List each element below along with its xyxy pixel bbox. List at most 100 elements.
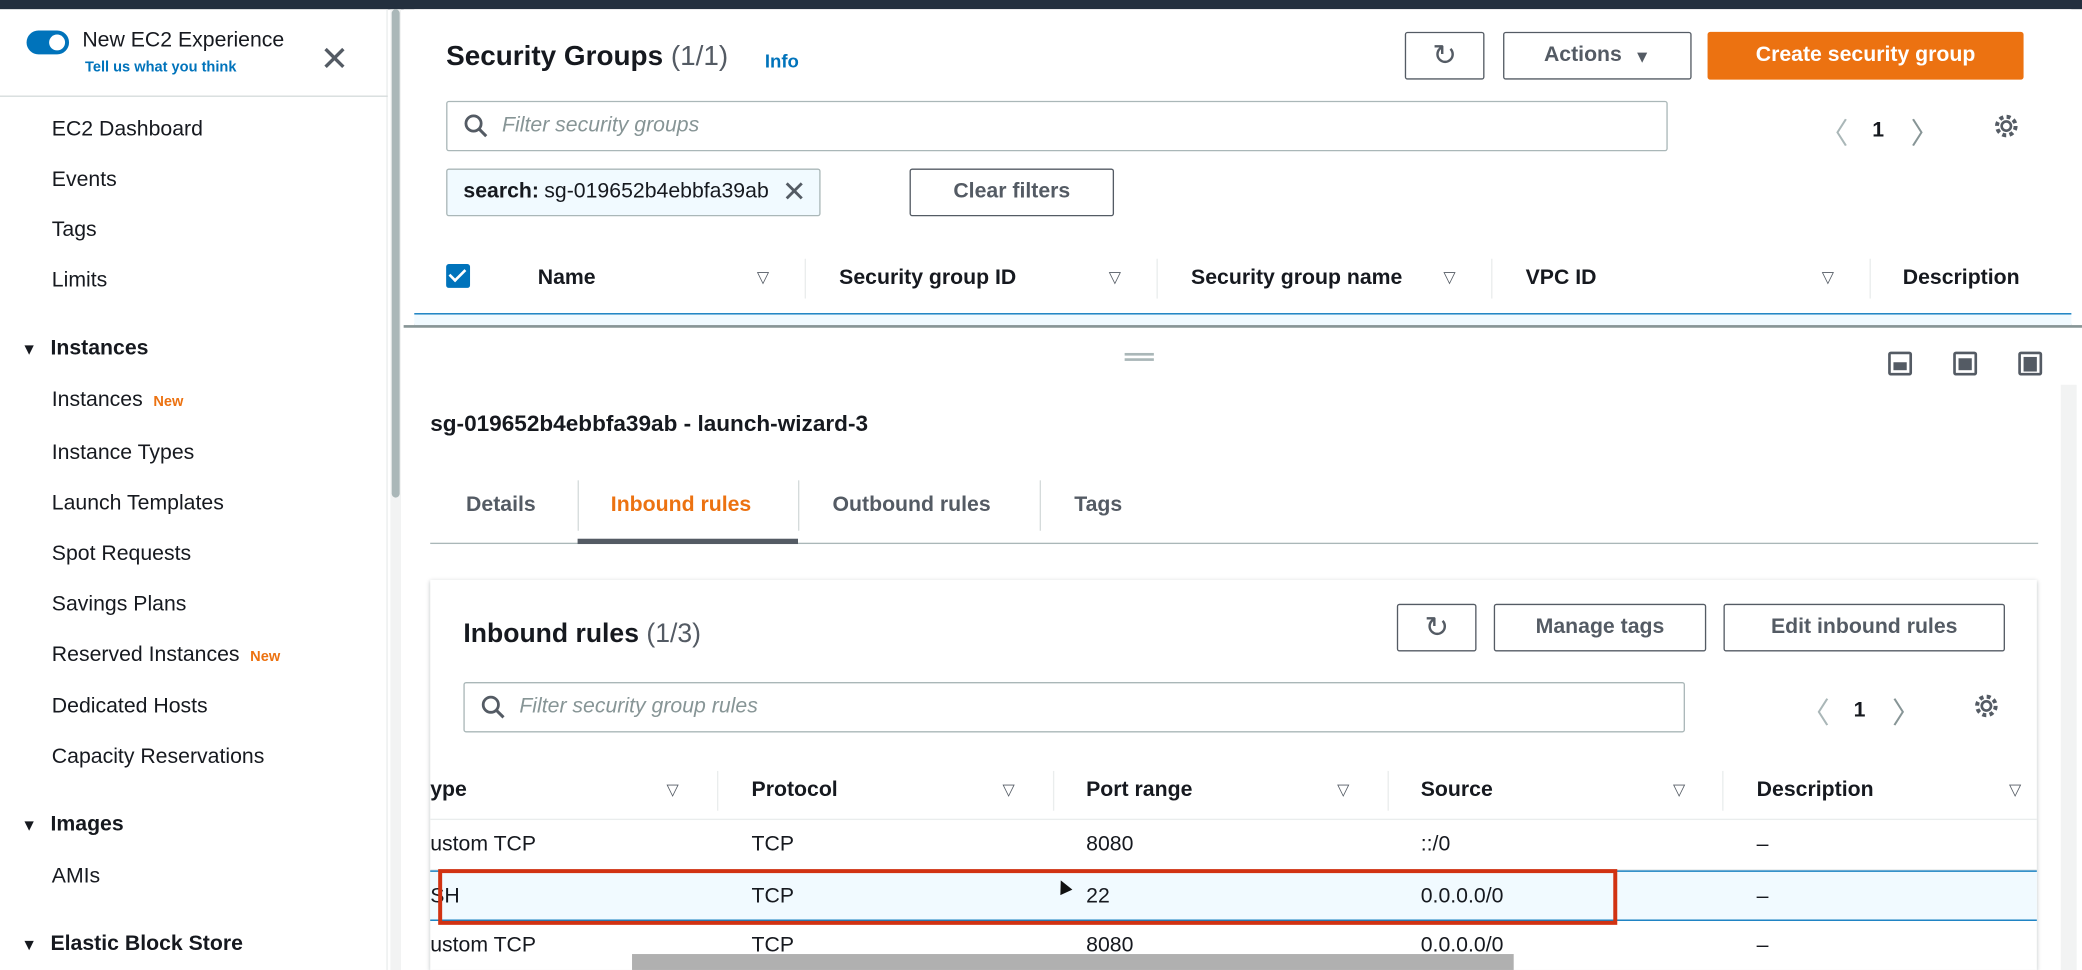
refresh-icon: ↻ [1424, 610, 1449, 644]
column-header-name[interactable]: Name [538, 267, 596, 291]
select-all-checkbox[interactable] [446, 264, 471, 288]
sidebar-item-ec2-dashboard[interactable]: EC2 Dashboard [52, 118, 203, 142]
cell-description: – [1756, 885, 1769, 908]
sort-icon[interactable]: ▽ [2009, 780, 2021, 799]
selected-row-edge[interactable] [414, 313, 2072, 326]
gear-icon[interactable] [1992, 111, 2021, 140]
column-header-protocol[interactable]: Protocol [752, 779, 838, 803]
refresh-button[interactable]: ↻ [1404, 31, 1485, 80]
sidebar-item-capacity-reservations[interactable]: Capacity Reservations [52, 746, 265, 770]
caret-down-icon: ▼ [21, 816, 38, 835]
column-header-type[interactable]: ype [430, 779, 467, 803]
feedback-link[interactable]: Tell us what you think [85, 60, 236, 76]
horizontal-scrollbar[interactable] [632, 954, 1514, 970]
tab-inbound-rules[interactable]: Inbound rules [611, 494, 751, 518]
clear-filters-button[interactable]: Clear filters [909, 168, 1115, 217]
page-number[interactable]: 1 [1854, 699, 1866, 723]
manage-tags-button[interactable]: Manage tags [1493, 603, 1707, 652]
chevron-left-icon[interactable]: 〈 [1800, 690, 1829, 732]
vertical-scrollbar[interactable] [2060, 384, 2077, 970]
sidebar-scrollbar[interactable] [390, 9, 401, 970]
filter-rules[interactable] [463, 682, 1685, 733]
column-header-port-range[interactable]: Port range [1086, 779, 1192, 803]
title-count: (1/1) [670, 41, 729, 72]
sort-icon[interactable]: ▽ [1002, 780, 1014, 799]
sort-icon[interactable]: ▽ [667, 780, 679, 799]
sort-icon[interactable]: ▽ [1109, 268, 1121, 287]
sidebar-item-instances[interactable]: Instances New [52, 389, 184, 413]
new-experience-toggle[interactable] [26, 30, 70, 55]
sort-icon[interactable]: ▽ [1822, 268, 1834, 287]
info-link[interactable]: Info [765, 50, 799, 71]
page-number[interactable]: 1 [1872, 119, 1884, 143]
sidebar-item-instance-types[interactable]: Instance Types [52, 442, 195, 466]
sidebar-item-dedicated-hosts[interactable]: Dedicated Hosts [52, 695, 208, 719]
highlight-annotation [438, 869, 1618, 925]
sort-icon[interactable]: ▽ [1443, 268, 1455, 287]
column-divider [717, 770, 719, 811]
cell-description: – [1756, 934, 1769, 957]
search-input[interactable] [519, 695, 1684, 720]
sidebar-item-tags[interactable]: Tags [52, 219, 97, 243]
chevron-right-icon[interactable]: 〉 [1892, 690, 1921, 732]
icon-fill [1893, 362, 1907, 371]
column-divider [1722, 770, 1724, 811]
detail-tabs: Details Inbound rules Outbound rules Tag… [430, 470, 2039, 545]
tab-divider [1039, 480, 1041, 531]
column-header-source[interactable]: Source [1421, 779, 1493, 803]
tab-details[interactable]: Details [466, 494, 536, 518]
chevron-left-icon[interactable]: 〈 [1819, 110, 1848, 152]
column-divider [1052, 770, 1055, 811]
sidebar-section-instances[interactable]: ▼ Instances [21, 337, 148, 361]
filter-security-groups[interactable] [446, 100, 1668, 152]
cell-type: ustom TCP [430, 934, 537, 957]
column-header-sg-id[interactable]: Security group ID [839, 267, 1016, 291]
edit-inbound-rules-button[interactable]: Edit inbound rules [1723, 603, 2005, 652]
create-security-group-button[interactable]: Create security group [1707, 31, 2024, 80]
sidebar-section-ebs[interactable]: ▼ Elastic Block Store [21, 933, 243, 957]
column-header-sg-name[interactable]: Security group name [1191, 267, 1402, 291]
sidebar-item-savings-plans[interactable]: Savings Plans [52, 593, 187, 617]
sidebar-item-amis[interactable]: AMIs [52, 865, 100, 889]
detail-title: sg-019652b4ebbfa39ab - launch-wizard-3 [430, 411, 869, 437]
sidebar-item-limits[interactable]: Limits [52, 269, 107, 293]
sidebar-item-launch-templates[interactable]: Launch Templates [52, 492, 224, 516]
column-divider [1869, 258, 1871, 299]
resize-handle-icon[interactable] [1124, 352, 1154, 361]
refresh-button[interactable]: ↻ [1396, 603, 1477, 652]
top-bar [0, 0, 2082, 10]
title-text: Inbound rules [463, 619, 639, 649]
column-divider [1491, 258, 1493, 299]
column-header-vpc-id[interactable]: VPC ID [1526, 267, 1597, 291]
table-row[interactable]: ustom TCP TCP 8080 ::/0 – [430, 820, 2037, 871]
tab-outbound-rules[interactable]: Outbound rules [833, 494, 991, 518]
rules-table-header: ype ▽ Protocol ▽ Port range ▽ Source ▽ D… [430, 760, 2037, 821]
tab-tags[interactable]: Tags [1074, 494, 1122, 518]
column-header-description[interactable]: Description [1757, 779, 1874, 803]
split-full-icon[interactable] [2018, 351, 2043, 376]
tab-divider [798, 480, 800, 531]
icon-fill [2023, 356, 2037, 372]
actions-button[interactable]: Actions ▼ [1503, 31, 1692, 80]
split-half-icon[interactable] [1953, 351, 1978, 376]
remove-filter-icon[interactable]: ✕ [782, 175, 806, 209]
chevron-right-icon[interactable]: 〉 [1911, 110, 1940, 152]
sidebar-item-events[interactable]: Events [52, 169, 117, 193]
split-panel-divider[interactable] [403, 325, 2082, 328]
scrollbar-thumb[interactable] [391, 9, 400, 498]
sidebar-item-reserved-instances[interactable]: Reserved Instances New [52, 644, 280, 668]
sort-icon[interactable]: ▽ [1673, 780, 1685, 799]
inbound-title: Inbound rules (1/3) [463, 620, 701, 651]
close-icon[interactable]: ✕ [320, 41, 349, 75]
sort-icon[interactable]: ▽ [1337, 780, 1349, 799]
sidebar-item-spot-requests[interactable]: Spot Requests [52, 543, 191, 567]
new-badge: New [153, 394, 184, 411]
column-header-description[interactable]: Description [1903, 267, 2020, 291]
gear-icon[interactable] [1972, 691, 2001, 720]
caret-down-icon: ▼ [21, 935, 38, 955]
split-bottom-icon[interactable] [1888, 351, 1913, 376]
sort-icon[interactable]: ▽ [757, 268, 769, 287]
column-divider [1387, 770, 1389, 811]
search-input[interactable] [502, 114, 1667, 138]
sidebar-section-images[interactable]: ▼ Images [21, 813, 123, 837]
